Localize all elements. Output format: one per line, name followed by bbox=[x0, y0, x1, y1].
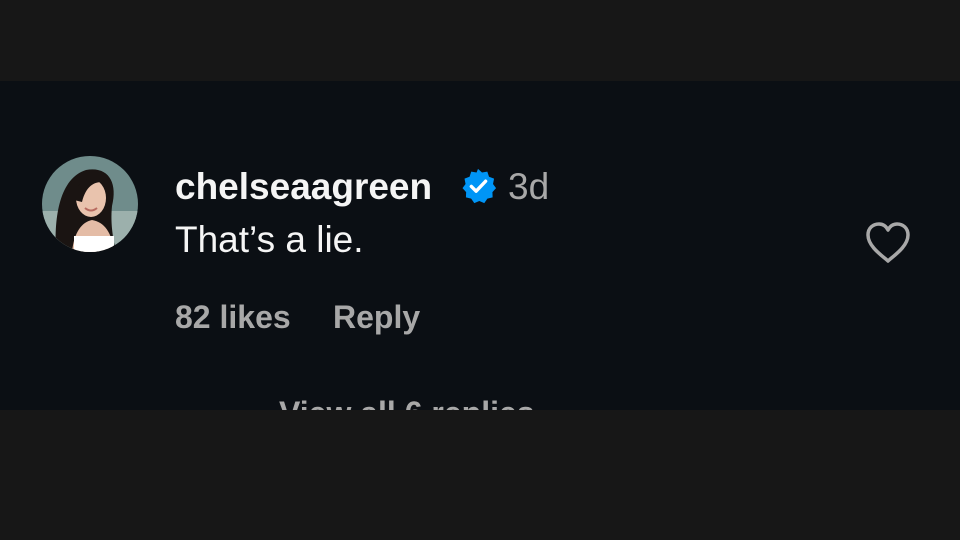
heart-icon[interactable] bbox=[864, 221, 912, 265]
screen: chelseaagreen 3d That’s a lie. 82 likes … bbox=[0, 0, 960, 540]
avatar[interactable] bbox=[42, 156, 138, 252]
comment-panel: chelseaagreen 3d That’s a lie. 82 likes … bbox=[0, 81, 960, 410]
comment-timestamp: 3d bbox=[508, 166, 550, 207]
view-replies-button[interactable]: View all 6 replies bbox=[175, 393, 535, 410]
comment-username[interactable]: chelseaagreen bbox=[175, 165, 432, 209]
verified-badge-icon bbox=[462, 168, 497, 204]
view-replies-label: View all 6 replies bbox=[279, 393, 535, 410]
avatar-photo bbox=[42, 156, 138, 252]
likes-count[interactable]: 82 likes bbox=[175, 297, 291, 337]
reply-button[interactable]: Reply bbox=[333, 297, 420, 337]
comment-text: That’s a lie. bbox=[175, 219, 364, 260]
